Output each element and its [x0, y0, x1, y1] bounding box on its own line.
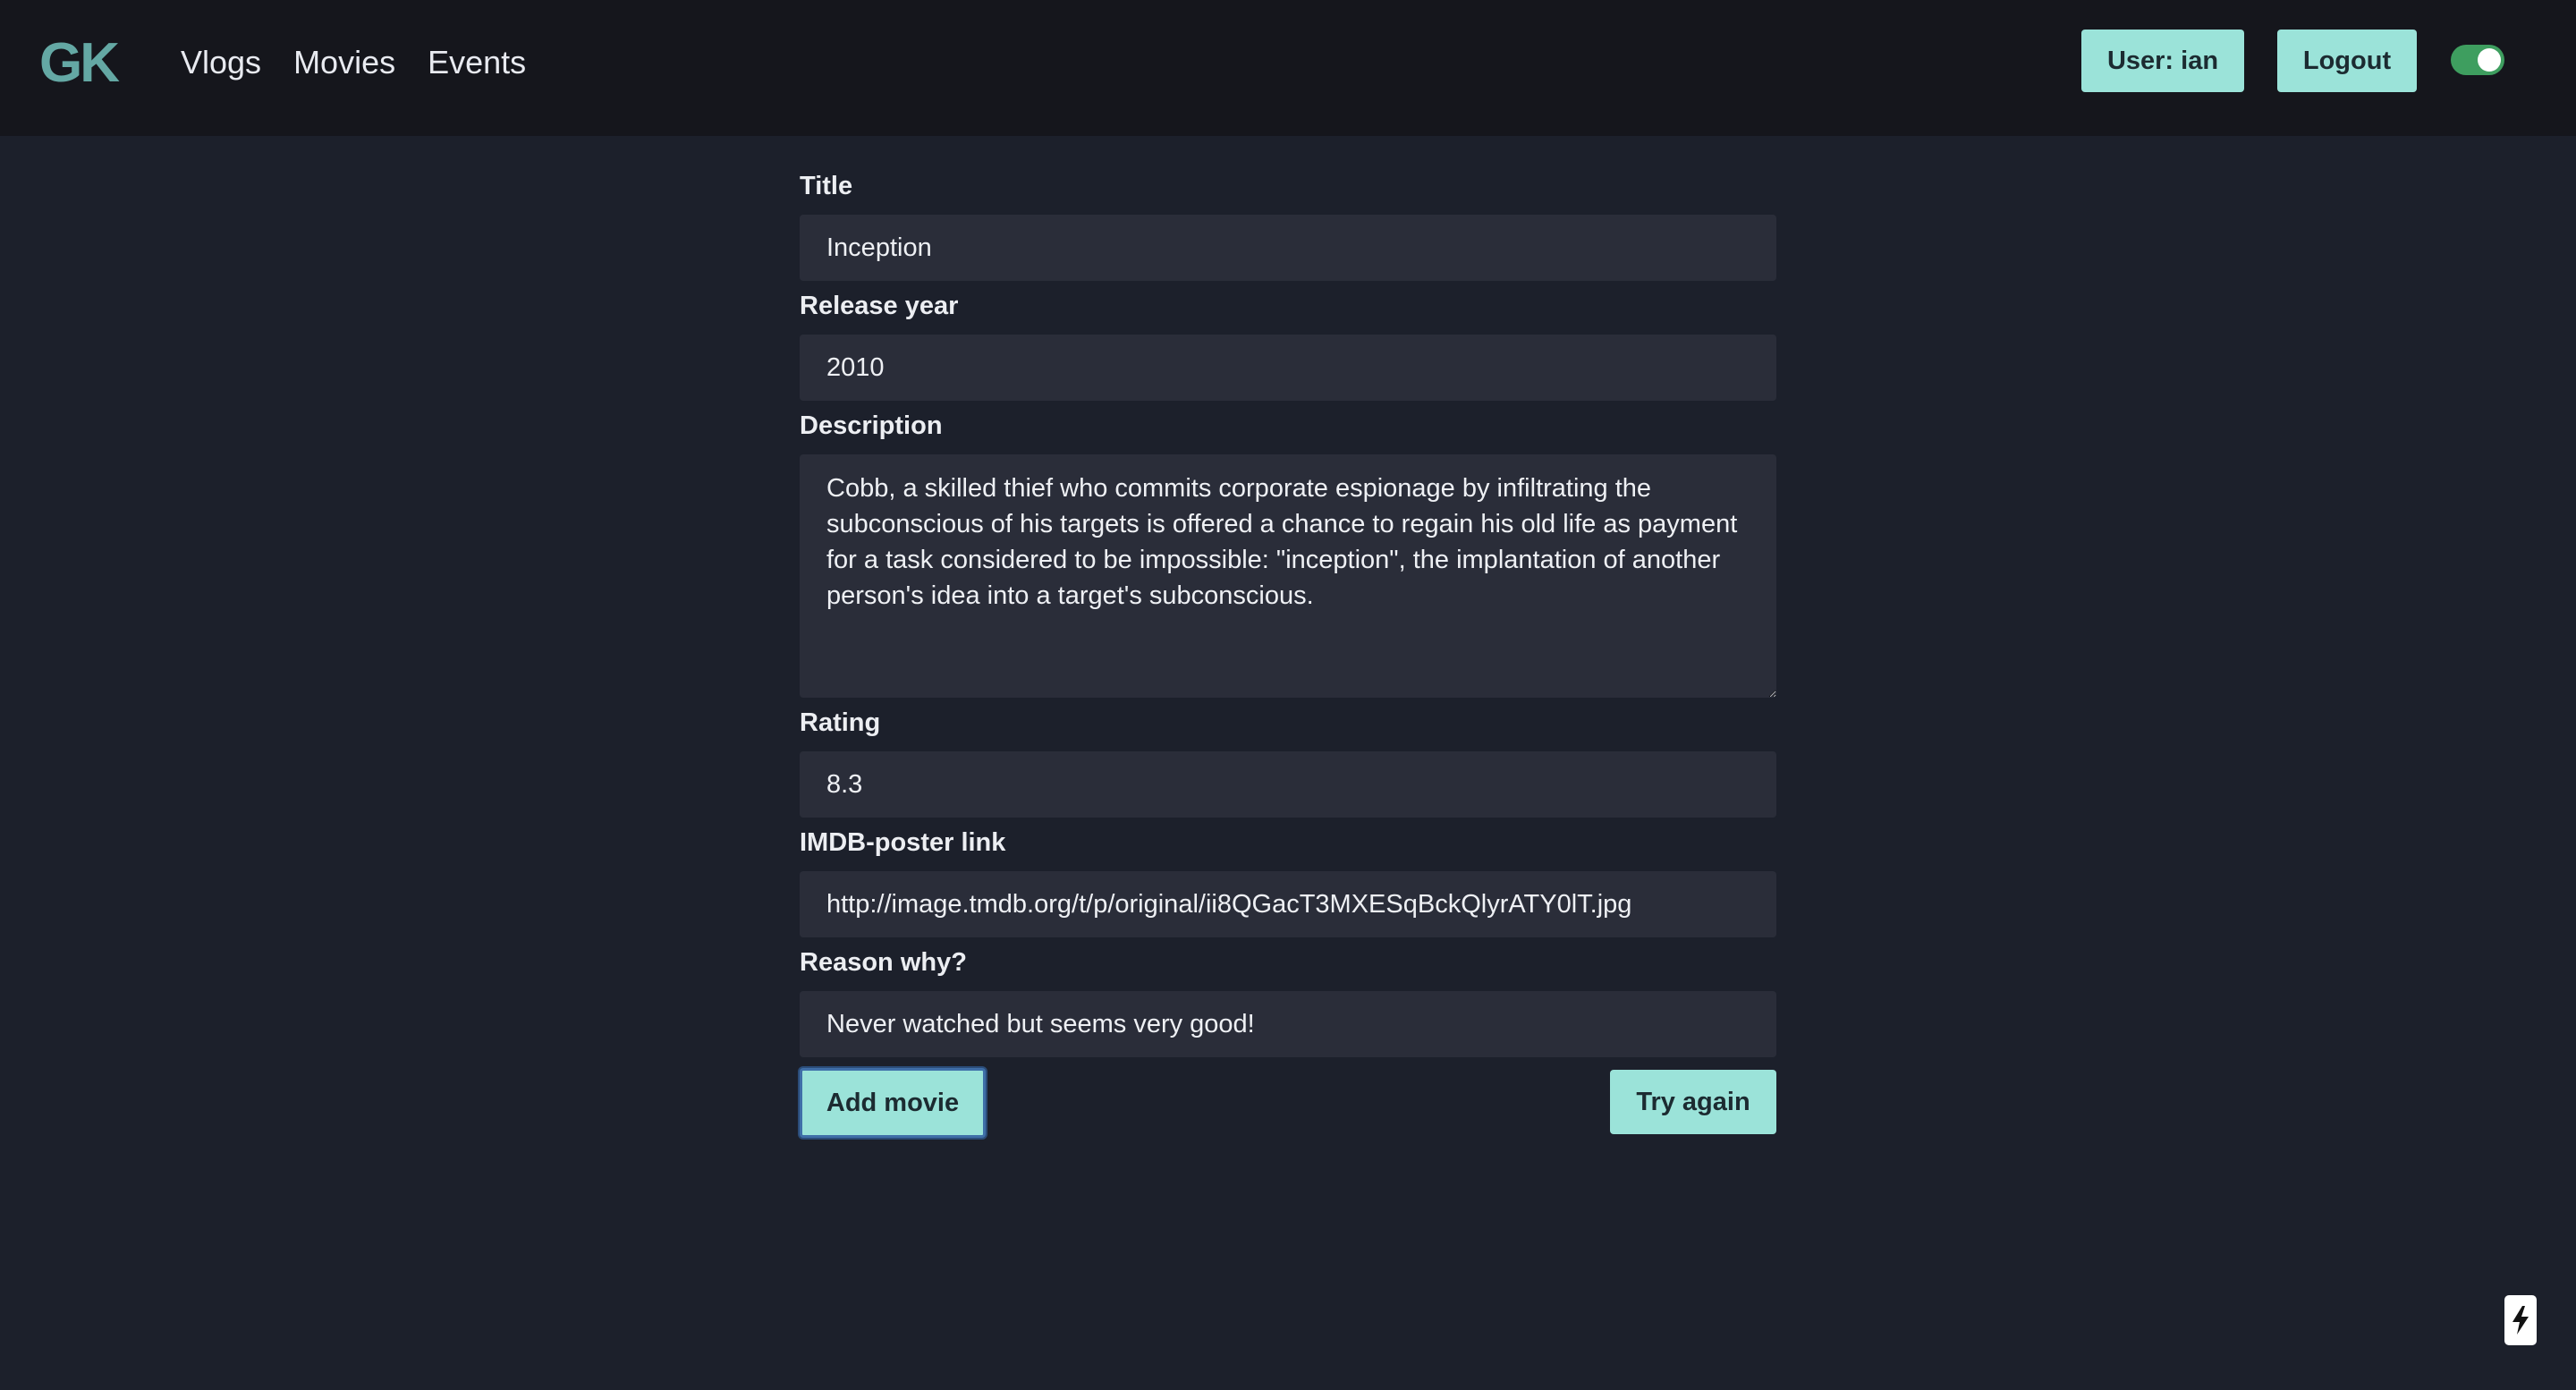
poster-link-input[interactable]: [800, 871, 1776, 937]
reason-input[interactable]: [800, 991, 1776, 1057]
release-year-input[interactable]: [800, 335, 1776, 401]
theme-toggle[interactable]: [2451, 45, 2504, 75]
rating-label: Rating: [800, 708, 881, 737]
release-year-label: Release year: [800, 292, 959, 320]
main-nav: Vlogs Movies Events: [181, 41, 526, 84]
rating-input[interactable]: [800, 751, 1776, 818]
site-logo[interactable]: GK: [39, 32, 120, 95]
poster-link-label: IMDB-poster link: [800, 828, 1006, 857]
navbar: GK Vlogs Movies Events User: ian Logout: [0, 0, 2576, 136]
toggle-knob: [2478, 48, 2501, 72]
add-movie-form: Title Release year Description Cobb, a s…: [800, 170, 1776, 1138]
form-actions: Add movie Try again: [800, 1068, 1776, 1138]
description-textarea[interactable]: Cobb, a skilled thief who commits corpor…: [800, 454, 1776, 698]
nav-link-vlogs[interactable]: Vlogs: [181, 41, 261, 84]
description-label: Description: [800, 411, 943, 440]
user-button[interactable]: User: ian: [2081, 30, 2244, 92]
try-again-button[interactable]: Try again: [1610, 1070, 1776, 1134]
title-label: Title: [800, 172, 853, 200]
nav-link-movies[interactable]: Movies: [293, 41, 395, 84]
title-input[interactable]: [800, 215, 1776, 281]
lightning-bolt-icon[interactable]: [2504, 1295, 2537, 1345]
add-movie-button[interactable]: Add movie: [800, 1068, 986, 1138]
nav-link-events[interactable]: Events: [428, 41, 526, 84]
reason-label: Reason why?: [800, 948, 967, 977]
logout-button[interactable]: Logout: [2277, 30, 2417, 92]
